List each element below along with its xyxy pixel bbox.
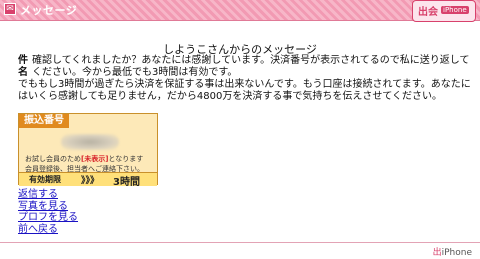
subject-label: 件名 — [18, 55, 28, 78]
footer-bar: 出iPhone — [0, 242, 480, 259]
action-links: 返信する 写真を見る プロフを見る 前へ戻る — [18, 189, 138, 235]
blurred-transfer-number — [61, 134, 119, 150]
header-title: メッセージ — [20, 4, 78, 17]
footer-brand-suffix: iPhone — [441, 248, 472, 258]
expiry-label: 有効期限 — [29, 175, 61, 184]
logo-sub-text: iPhone — [441, 6, 469, 14]
banner-tab-label: 振込番号 — [19, 114, 69, 128]
footer-brand: 出iPhone — [433, 245, 472, 258]
envelope-icon: ✉ — [4, 3, 16, 15]
transfer-number-banner[interactable]: 振込番号 お試し会員のため[未表示]となります 会員登録後、担当者へご連絡下さい… — [18, 113, 158, 188]
banner-note-trial: お試し会員のため[未表示]となります — [25, 154, 155, 164]
logo-text: 出会 — [418, 7, 438, 18]
view-profile-link[interactable]: プロフを見る — [18, 212, 138, 224]
message-first-line: 確認してくれましたか？あなたには感謝しています。決済番号が表示されてるので私に送… — [32, 55, 470, 78]
back-link[interactable]: 前へ戻る — [18, 224, 138, 236]
header-bar: ✉ メッセージ 出会 iPhone — [0, 0, 480, 22]
banner-note-suffix: となります — [108, 155, 144, 163]
banner-note-prefix: お試し会員のため — [25, 155, 81, 163]
banner-note-hidden: [未表示] — [81, 155, 109, 163]
app-logo[interactable]: 出会 iPhone — [412, 0, 476, 22]
expiry-arrows: 》》》 — [81, 176, 100, 186]
footer-brand-prefix: 出 — [432, 248, 442, 258]
banner-expiry-strip: 有効期限 》》》 3時間 — [19, 172, 157, 188]
expiry-value: 3時間 — [113, 177, 140, 188]
reply-link[interactable]: 返信する — [18, 189, 138, 201]
message-body: でももし3時間が過ぎたら決済を保証する事は出来ないんです。もう口座は接続されてま… — [18, 79, 471, 102]
view-photo-link[interactable]: 写真を見る — [18, 201, 138, 213]
